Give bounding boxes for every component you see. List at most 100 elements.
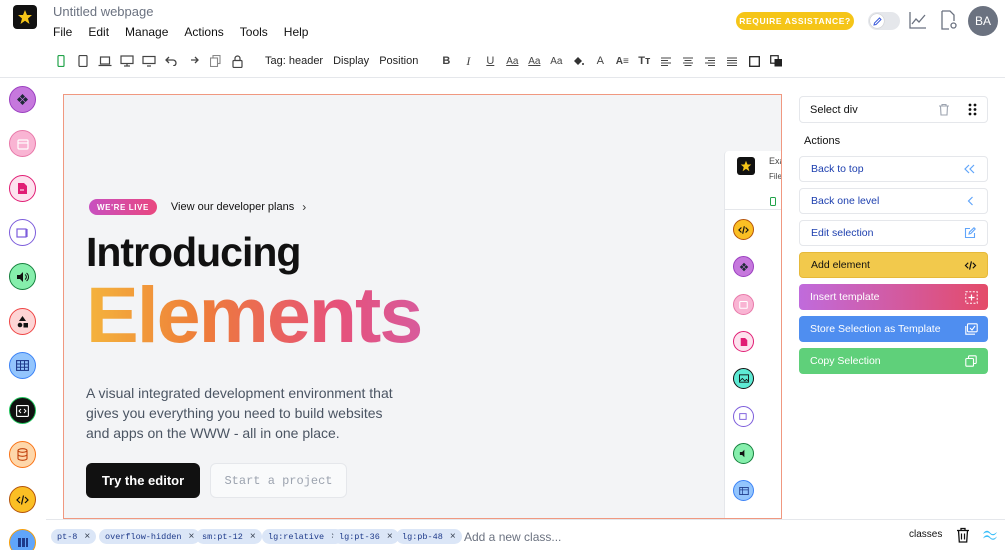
close-icon[interactable]: × (189, 531, 195, 542)
app-logo[interactable] (13, 5, 37, 29)
trash-icon[interactable] (938, 103, 950, 116)
desktop-view-icon[interactable] (116, 52, 138, 70)
start-project-button[interactable]: Start a project (210, 463, 347, 498)
tag-selector[interactable]: Tag: header (265, 55, 323, 67)
add-class-input[interactable] (464, 528, 624, 545)
copy-selection-button[interactable]: Copy Selection (799, 348, 988, 374)
form-icon[interactable] (9, 219, 36, 246)
class-chip[interactable]: sm:pt-12 × (196, 529, 262, 544)
fill-color-icon[interactable] (567, 52, 589, 70)
lock-icon[interactable] (226, 52, 248, 70)
nested-editor-preview[interactable]: Exa File (724, 151, 782, 518)
close-icon[interactable]: × (387, 531, 393, 542)
database-icon[interactable] (9, 441, 36, 468)
tablet-view-icon[interactable] (72, 52, 94, 70)
component-icon[interactable] (9, 86, 36, 113)
class-chip[interactable]: lg:relative× (262, 529, 343, 544)
code-icon[interactable] (9, 486, 36, 513)
insert-template-button[interactable]: Insert template (799, 284, 988, 310)
menu-file[interactable]: File (53, 25, 72, 39)
align-left-icon[interactable] (655, 52, 677, 70)
copy-icon (964, 354, 978, 368)
class-chip[interactable]: pt-8 × (51, 529, 97, 544)
close-icon[interactable]: × (250, 531, 256, 542)
class-chip-label: sm:pt-12 (202, 531, 243, 542)
calendar-icon[interactable] (9, 130, 36, 157)
phone-view-icon[interactable] (50, 52, 72, 70)
menu-help[interactable]: Help (284, 25, 309, 39)
class-chip[interactable]: overflow-hidden × (99, 529, 201, 544)
chevron-right-icon: › (302, 200, 307, 214)
editor-toolbar: Tag: header Display Position B I U Aa Aa… (50, 52, 787, 70)
preview-menu: File (769, 172, 782, 181)
menu-tools[interactable]: Tools (240, 25, 268, 39)
pencil-icon (870, 14, 884, 28)
document-settings-icon[interactable] (940, 10, 958, 30)
analytics-icon[interactable] (909, 11, 927, 29)
text-color-icon[interactable]: A (589, 52, 611, 70)
laptop-view-icon[interactable] (94, 52, 116, 70)
font-size-icon[interactable]: Aa (501, 52, 523, 70)
chevron-left-icon (963, 194, 977, 208)
font-style-icon[interactable]: Aa (523, 52, 545, 70)
document-title[interactable]: Untitled webpage (53, 4, 153, 19)
table-icon[interactable] (9, 352, 36, 379)
bold-icon[interactable]: B (435, 52, 457, 70)
back-one-level-button[interactable]: Back one level (799, 188, 988, 214)
tailwind-icon[interactable] (982, 529, 998, 541)
wide-view-icon[interactable] (138, 52, 160, 70)
announcement-row[interactable]: WE'RE LIVE View our developer plans › (89, 199, 306, 215)
document-icon[interactable] (9, 175, 36, 202)
shapes-icon[interactable] (9, 308, 36, 335)
class-chip-label: lg:pb-48 (402, 531, 443, 542)
code-icon (733, 219, 754, 240)
user-avatar[interactable]: BA (968, 6, 998, 36)
back-to-top-button[interactable]: Back to top (799, 156, 988, 182)
menu-manage[interactable]: Manage (125, 25, 168, 39)
class-chip[interactable]: lg:pb-48 × (396, 529, 462, 544)
canvas-frame[interactable]: WE'RE LIVE View our developer plans › In… (63, 94, 782, 519)
layers-icon[interactable] (765, 52, 787, 70)
component-sidebar (0, 78, 46, 550)
star-icon (18, 10, 32, 24)
audio-icon[interactable] (9, 263, 36, 290)
align-justify-icon[interactable] (721, 52, 743, 70)
close-icon[interactable]: × (450, 531, 456, 542)
position-selector[interactable]: Position (379, 55, 418, 67)
redo-icon[interactable] (182, 52, 204, 70)
trash-icon[interactable] (956, 527, 970, 543)
class-chip[interactable]: lg:pt-36 × (333, 529, 399, 544)
menu-bar: File Edit Manage Actions Tools Help (53, 25, 324, 39)
italic-icon[interactable]: I (457, 52, 479, 70)
require-assistance-button[interactable]: REQUIRE ASSISTANCE? (736, 12, 854, 30)
drag-handle-icon[interactable] (968, 103, 977, 116)
align-center-icon[interactable] (677, 52, 699, 70)
underline-icon[interactable]: U (479, 52, 501, 70)
code-icon (963, 258, 977, 272)
menu-edit[interactable]: Edit (88, 25, 109, 39)
image-icon (733, 368, 754, 389)
edit-mode-toggle[interactable] (868, 12, 900, 30)
try-editor-button[interactable]: Try the editor (86, 463, 200, 498)
undo-icon[interactable] (160, 52, 182, 70)
add-element-button[interactable]: Add element (799, 252, 988, 278)
letter-spacing-icon[interactable]: Aa (545, 52, 567, 70)
developer-plans-link[interactable]: View our developer plans (171, 201, 294, 213)
selected-element-label: Select div (810, 103, 858, 116)
close-icon[interactable]: × (84, 531, 90, 542)
library-icon[interactable] (9, 529, 36, 550)
store-template-button[interactable]: Store Selection as Template (799, 316, 988, 342)
edit-icon (963, 226, 977, 240)
display-selector[interactable]: Display (333, 55, 369, 67)
menu-actions[interactable]: Actions (184, 25, 223, 39)
align-right-icon[interactable] (699, 52, 721, 70)
edit-selection-button[interactable]: Edit selection (799, 220, 988, 246)
selection-card[interactable]: Select div (799, 96, 988, 123)
copy-icon[interactable] (204, 52, 226, 70)
border-icon[interactable] (743, 52, 765, 70)
embed-icon[interactable] (9, 397, 36, 424)
action-label: Edit selection (811, 227, 874, 239)
save-template-icon (964, 322, 978, 336)
text-transform-icon[interactable]: Tт (633, 52, 655, 70)
line-height-icon[interactable]: A≡ (611, 52, 633, 70)
